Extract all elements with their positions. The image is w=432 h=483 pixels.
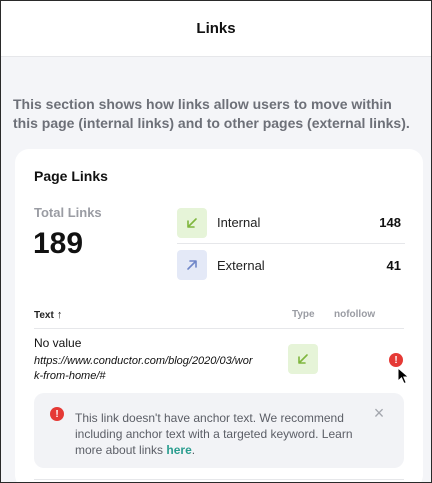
sort-arrow-up-icon: ↑ [56, 309, 63, 321]
card-title: Page Links [34, 168, 108, 184]
arrow-down-left-icon [288, 344, 318, 374]
stat-count: 41 [386, 257, 401, 273]
column-header-text[interactable]: Text ↑ [34, 309, 62, 321]
stat-label: External [217, 257, 265, 273]
column-header-type[interactable]: Type [292, 309, 315, 320]
close-icon[interactable]: × [371, 404, 387, 422]
panel-header: Links [1, 1, 431, 57]
divider [34, 479, 404, 480]
missing-anchor-notice: ! This link doesn't have anchor text. We… [34, 393, 404, 468]
page-title: Links [196, 20, 236, 37]
learn-more-link[interactable]: here [166, 443, 191, 457]
stat-external[interactable]: External 41 [177, 244, 405, 286]
link-url[interactable]: https://www.conductor.com/blog/2020/03/w… [34, 354, 256, 384]
total-links-label: Total Links [34, 205, 102, 220]
stat-count: 148 [379, 215, 401, 230]
stat-internal[interactable]: Internal 148 [177, 202, 405, 244]
alert-icon[interactable]: ! [389, 353, 403, 367]
column-header-text-label: Text [34, 309, 54, 321]
notice-text: This link doesn't have anchor text. We r… [75, 410, 365, 458]
notice-period: . [191, 443, 196, 457]
column-header-nofollow[interactable]: nofollow [334, 309, 375, 320]
stat-label: Internal [217, 215, 261, 230]
total-links-value: 189 [33, 227, 84, 260]
intro-text: This section shows how links allow users… [13, 96, 410, 131]
alert-icon: ! [50, 407, 64, 421]
mouse-cursor-icon [397, 367, 410, 385]
notice-message: This link doesn't have anchor text. We r… [75, 411, 353, 457]
table-header: Text ↑ Type nofollow [34, 307, 404, 329]
arrow-up-right-icon [177, 250, 207, 280]
links-panel: Links This section shows how links allow… [0, 0, 432, 483]
page-links-card: Page Links Total Links 189 Internal 148 … [15, 149, 423, 482]
link-anchor-text: No value [34, 336, 82, 350]
arrow-down-left-icon [177, 207, 207, 238]
